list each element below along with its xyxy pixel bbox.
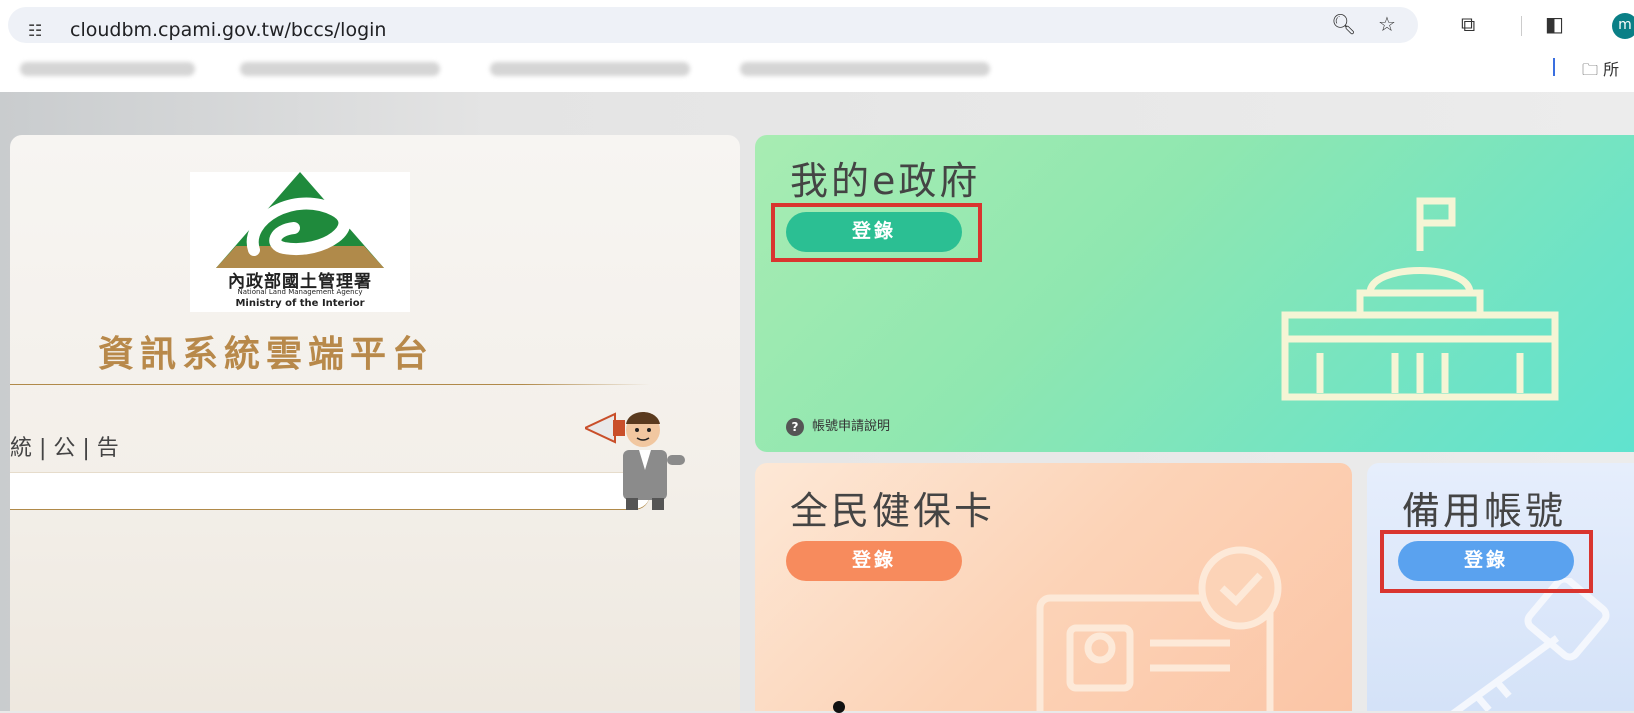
account-help-link[interactable]: ? 帳號申請說明: [786, 415, 890, 436]
address-bar[interactable]: ☷ cloudbm.cpami.gov.tw/bccs/login: [8, 7, 1418, 43]
ministry-name-en: Ministry of the Interior: [235, 298, 365, 309]
url-text[interactable]: cloudbm.cpami.gov.tw/bccs/login: [70, 19, 386, 41]
bookmark-item[interactable]: [490, 62, 690, 76]
folder-icon: 🗀: [1582, 60, 1599, 79]
help-icon: ?: [786, 417, 804, 436]
site-settings-icon[interactable]: ☷: [28, 20, 50, 42]
cursor-dot: [833, 701, 845, 713]
toolbar-divider: [1521, 16, 1522, 36]
bookmark-folder-label: 所: [1603, 60, 1620, 79]
platform-title: 資訊系統雲端平台: [98, 334, 435, 375]
title-divider: [10, 384, 650, 385]
agency-emblem-icon: [216, 172, 384, 268]
egov-card-title: 我的e政府: [790, 159, 981, 203]
megaphone-mascot-icon: [585, 412, 685, 510]
backup-card-title: 備用帳號: [1402, 489, 1567, 533]
government-building-icon: [1281, 197, 1559, 401]
key-icon: [1450, 578, 1610, 711]
bookmark-folder[interactable]: 🗀 所: [1582, 56, 1619, 86]
agency-name-en: National Land Management Agency: [237, 288, 363, 296]
extensions-icon[interactable]: ⧉: [1461, 12, 1475, 36]
bookmark-divider: [1553, 58, 1555, 76]
id-card-icon: [1036, 546, 1282, 711]
bookmark-item[interactable]: [20, 62, 195, 76]
notice-bar[interactable]: [10, 472, 650, 510]
zoom-icon[interactable]: 🔍︎: [1331, 12, 1356, 36]
browser-toolbar: ☷ cloudbm.cpami.gov.tw/bccs/login 🔍︎ ☆ ⧉…: [0, 0, 1634, 50]
highlight-box: [771, 203, 982, 262]
bookmark-item[interactable]: [240, 62, 440, 76]
highlight-box: [1380, 530, 1593, 593]
nhi-card-title: 全民健保卡: [790, 489, 996, 533]
nhi-login-button[interactable]: 登錄: [786, 541, 962, 581]
side-panel-icon[interactable]: ◧: [1545, 12, 1564, 36]
notice-heading: 統 | 公 | 告: [10, 436, 119, 461]
bookmark-item[interactable]: [740, 62, 990, 76]
profile-avatar[interactable]: m: [1612, 13, 1634, 39]
account-help-text: 帳號申請說明: [812, 419, 891, 434]
bookmark-star-icon[interactable]: ☆: [1378, 12, 1396, 36]
